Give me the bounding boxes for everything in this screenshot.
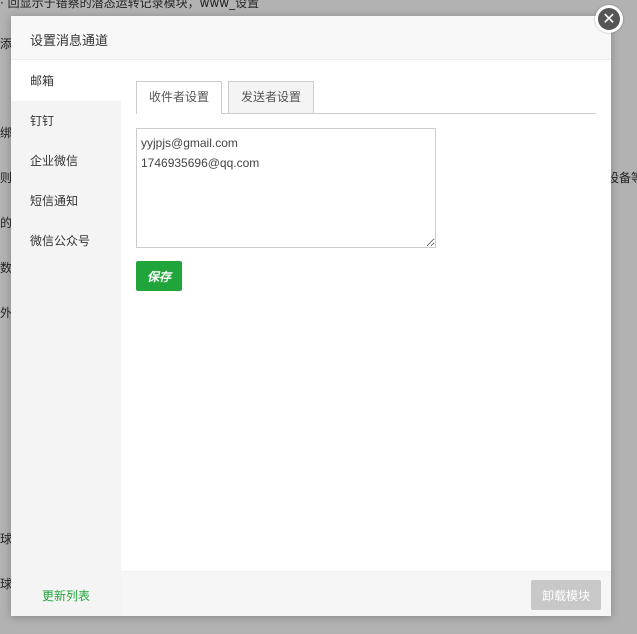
sidebar-item-wechat-official[interactable]: 微信公众号 <box>11 221 121 261</box>
sidebar-item-email[interactable]: 邮箱 <box>11 61 121 101</box>
update-list-link[interactable]: 更新列表 <box>11 587 121 604</box>
sidebar-item-dingtalk[interactable]: 钉钉 <box>11 101 121 141</box>
dialog-footer: 卸载模块 <box>121 571 611 616</box>
sidebar-item-sms[interactable]: 短信通知 <box>11 181 121 221</box>
settings-tabs: 收件者设置 发送者设置 <box>136 81 596 114</box>
close-icon: ✕ <box>598 8 620 30</box>
message-channel-dialog: 设置消息通道 邮箱 钉钉 企业微信 短信通知 微信公众号 更新列表 收件者设置 … <box>11 16 611 616</box>
settings-content: 收件者设置 发送者设置 保存 <box>121 61 611 571</box>
sidebar-item-wecom[interactable]: 企业微信 <box>11 141 121 181</box>
dialog-title: 设置消息通道 <box>30 34 109 49</box>
uninstall-module-button[interactable]: 卸载模块 <box>531 580 601 610</box>
tab-recipient-settings[interactable]: 收件者设置 <box>136 81 223 114</box>
tab-sender-settings[interactable]: 发送者设置 <box>228 81 315 113</box>
save-button[interactable]: 保存 <box>136 261 182 291</box>
recipients-textarea[interactable] <box>136 128 436 248</box>
dialog-header: 设置消息通道 <box>11 16 611 60</box>
close-dialog-button[interactable]: ✕ <box>595 5 623 33</box>
channel-sidebar: 邮箱 钉钉 企业微信 短信通知 微信公众号 更新列表 <box>11 61 121 616</box>
